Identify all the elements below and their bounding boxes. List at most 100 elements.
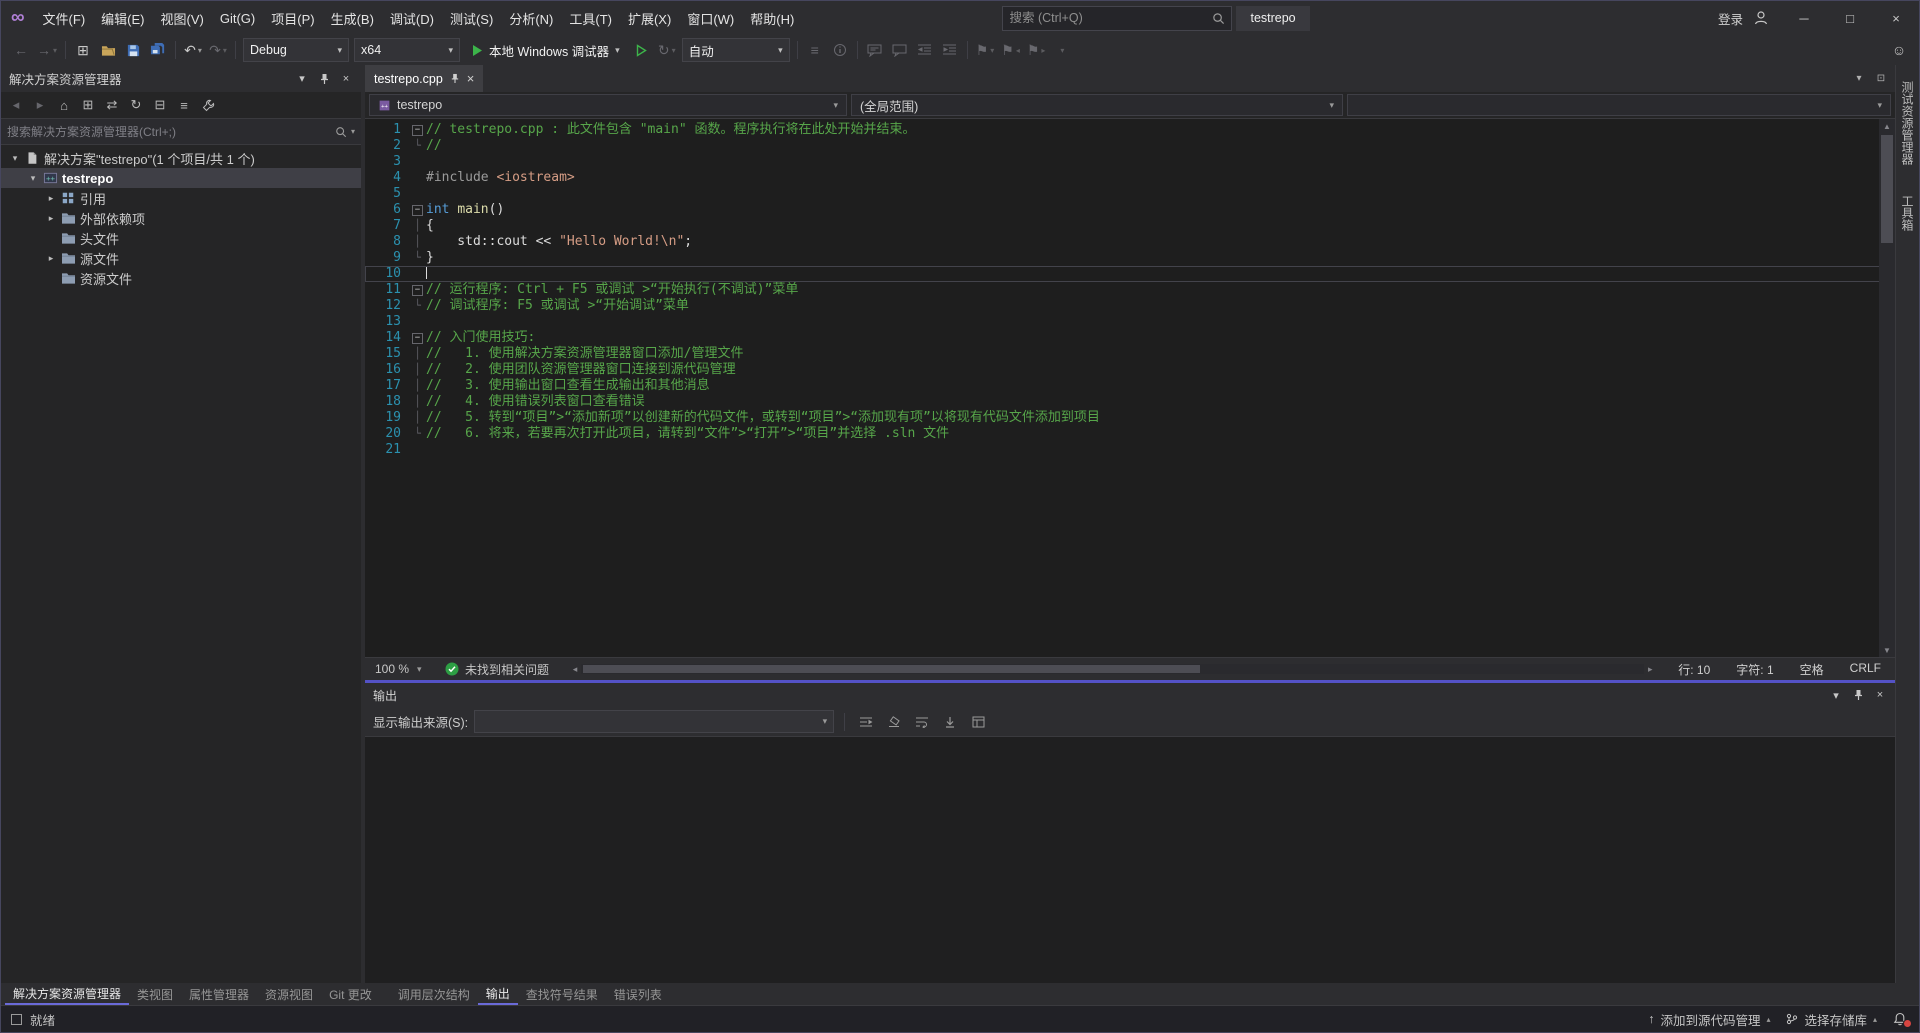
side-auto-hide-tab[interactable]: 测试资源管理器 (1899, 77, 1916, 169)
code-line[interactable]: 16│// 2. 使用团队资源管理器窗口连接到源代码管理 (365, 362, 1895, 378)
scroll-right-icon[interactable]: ▸ (1644, 664, 1656, 675)
expander-icon[interactable]: ▸ (43, 193, 59, 204)
vertical-scrollbar[interactable]: ▲ ▼ (1879, 119, 1895, 657)
chevron-down-icon[interactable]: ▾ (1825, 685, 1847, 705)
fold-collapse-icon[interactable]: − (409, 122, 426, 138)
undo-button[interactable]: ↶▾ (181, 38, 205, 62)
chevron-down-icon[interactable]: ▾ (291, 69, 313, 89)
dock-tab[interactable]: Git 更改 (321, 983, 380, 1005)
code-line[interactable]: 17│// 3. 使用输出窗口查看生成输出和其他消息 (365, 378, 1895, 394)
nav-back-button[interactable]: ← (9, 38, 33, 62)
configuration-select[interactable]: Debug▾ (243, 38, 349, 62)
clear-all-icon[interactable] (883, 711, 905, 733)
notifications-button[interactable] (1893, 1012, 1909, 1026)
zoom-select[interactable]: 100 %▾ (371, 662, 433, 676)
uncomment-button[interactable] (888, 38, 912, 62)
tree-item[interactable]: ▸外部依赖项 (1, 208, 361, 228)
code-line[interactable]: 14−// 入门使用技巧: (365, 330, 1895, 346)
line-indicator[interactable]: 行: 10 (1678, 661, 1710, 678)
code-line[interactable]: 11−// 运行程序: Ctrl + F5 或调试 >“开始执行(不调试)”菜单 (365, 282, 1895, 298)
code-line[interactable]: 12└// 调试程序: F5 或调试 >“开始调试”菜单 (365, 298, 1895, 314)
jump-to-message-icon[interactable] (855, 711, 877, 733)
tree-item[interactable]: 头文件 (1, 228, 361, 248)
menu-item[interactable]: 帮助(H) (742, 1, 802, 35)
code-line[interactable]: 9└} (365, 250, 1895, 266)
se-show-all-files-icon[interactable]: ≡ (173, 94, 195, 116)
platform-select[interactable]: x64▾ (354, 38, 460, 62)
menu-item[interactable]: 文件(F) (35, 1, 94, 35)
code-line[interactable]: 18│// 4. 使用错误列表窗口查看错误 (365, 394, 1895, 410)
active-files-dropdown-icon[interactable]: ▾ (1849, 69, 1869, 89)
word-wrap-icon[interactable] (911, 711, 933, 733)
tree-item[interactable]: ▸引用 (1, 188, 361, 208)
background-tasks-icon[interactable] (11, 1014, 22, 1025)
se-home-icon[interactable]: ⌂ (53, 94, 75, 116)
eol-indicator[interactable]: CRLF (1850, 661, 1881, 678)
dock-tab[interactable]: 查找符号结果 (518, 983, 606, 1005)
redo-button[interactable]: ↷▾ (206, 38, 230, 62)
dock-tab[interactable]: 类视图 (129, 983, 181, 1005)
quick-search-input[interactable] (1009, 11, 1212, 25)
start-debugging-button[interactable]: 本地 Windows 调试器 ▾ (465, 38, 627, 62)
scroll-down-icon[interactable]: ▼ (1879, 643, 1895, 657)
solution-explorer-search[interactable]: ▾ (1, 119, 361, 145)
output-content[interactable] (365, 737, 1895, 983)
increase-indent-button[interactable] (938, 38, 962, 62)
menu-item[interactable]: 项目(P) (263, 1, 322, 35)
solution-explorer-search-input[interactable] (7, 125, 331, 139)
code-line[interactable]: 15│// 1. 使用解决方案资源管理器窗口添加/管理文件 (365, 346, 1895, 362)
tree-item[interactable]: ▾++testrepo (1, 168, 361, 188)
code-line[interactable]: 21 (365, 442, 1895, 458)
close-icon[interactable]: × (467, 71, 475, 86)
code-editor[interactable]: 1−// testrepo.cpp : 此文件包含 "main" 函数。程序执行… (365, 119, 1895, 657)
fold-collapse-icon[interactable]: − (409, 202, 426, 218)
se-refresh-icon[interactable]: ↻ (125, 94, 147, 116)
expander-icon[interactable]: ▸ (43, 253, 59, 264)
code-line[interactable]: 10 (365, 266, 1895, 282)
se-collapse-all-icon[interactable]: ⊟ (149, 94, 171, 116)
pin-icon[interactable] (1847, 685, 1869, 705)
decrease-indent-button[interactable] (913, 38, 937, 62)
code-line[interactable]: 2└// (365, 138, 1895, 154)
code-line[interactable]: 5 (365, 186, 1895, 202)
menu-item[interactable]: 扩展(X) (620, 1, 679, 35)
expander-icon[interactable]: ▾ (25, 173, 41, 184)
code-line[interactable]: 6−int main() (365, 202, 1895, 218)
toolbar-overflow-icon[interactable]: ▾ (1049, 38, 1073, 62)
select-repository-button[interactable]: 选择存储库 ▴ (1786, 1010, 1877, 1029)
code-line[interactable]: 13 (365, 314, 1895, 330)
close-icon[interactable]: × (335, 69, 357, 89)
pin-icon[interactable] (450, 73, 460, 84)
comment-button[interactable] (863, 38, 887, 62)
member-dropdown[interactable]: ▾ (1347, 94, 1891, 116)
toggle-output-panes-icon[interactable] (967, 711, 989, 733)
fold-collapse-icon[interactable]: − (409, 330, 426, 346)
sign-in-link[interactable]: 登录 (1710, 9, 1751, 28)
toggle-bookmark-button[interactable]: ⚑▾ (973, 38, 998, 62)
scroll-up-icon[interactable]: ▲ (1879, 119, 1895, 133)
fold-collapse-icon[interactable]: − (409, 282, 426, 298)
code-line[interactable]: 8│ std::cout << "Hello World!\n"; (365, 234, 1895, 250)
se-switch-views-icon[interactable]: ⊞ (77, 94, 99, 116)
menu-item[interactable]: 分析(N) (501, 1, 561, 35)
document-health[interactable]: 未找到相关问题 (439, 661, 555, 678)
se-sync-icon[interactable]: ⇄ (101, 94, 123, 116)
menu-item[interactable]: Git(G) (212, 1, 263, 35)
dock-tab[interactable]: 输出 (478, 983, 518, 1005)
autoscroll-icon[interactable] (939, 711, 961, 733)
menu-item[interactable]: 调试(D) (382, 1, 442, 35)
output-source-select[interactable]: ▾ (474, 710, 834, 733)
scrollbar-thumb[interactable] (1881, 135, 1893, 243)
account-icon[interactable] (1751, 10, 1781, 26)
scroll-left-icon[interactable]: ◂ (569, 664, 581, 675)
tree-item[interactable]: 资源文件 (1, 268, 361, 288)
menu-item[interactable]: 工具(T) (561, 1, 620, 35)
tree-item[interactable]: ▸源文件 (1, 248, 361, 268)
menu-item[interactable]: 视图(V) (153, 1, 212, 35)
dock-tab[interactable]: 属性管理器 (181, 983, 257, 1005)
feedback-button[interactable]: ☺ (1887, 38, 1911, 62)
window-options-icon[interactable]: ⊡ (1871, 69, 1891, 89)
expander-icon[interactable]: ▾ (7, 153, 23, 164)
window-layout-button[interactable]: ⊞ (71, 38, 95, 62)
dock-tab[interactable]: 解决方案资源管理器 (5, 983, 129, 1005)
